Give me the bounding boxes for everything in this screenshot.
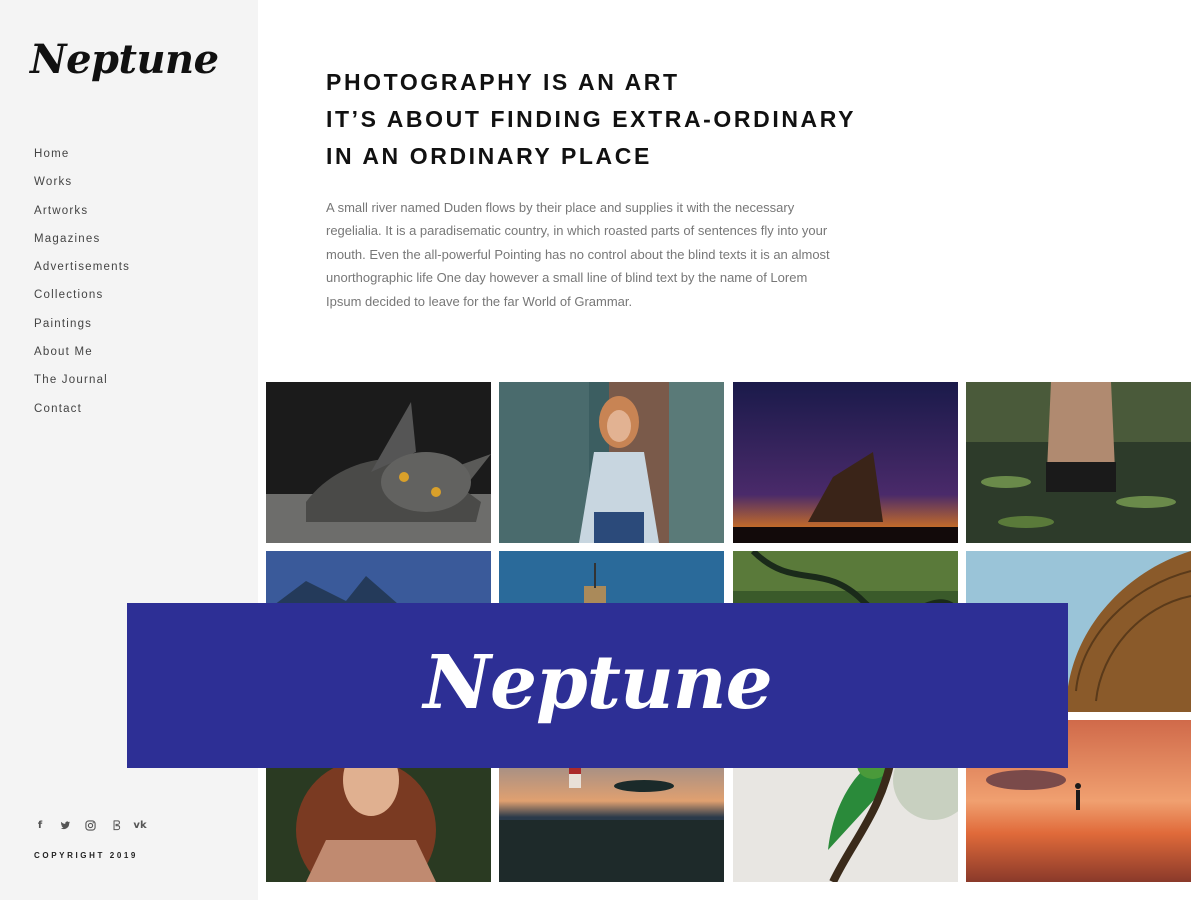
hero-headline-line-3: IN AN ORDINARY PLACE [326,143,652,169]
nav-item-paintings[interactable]: Paintings [34,318,130,346]
nav-item-home[interactable]: Home [34,148,130,176]
nav-link-advertisements[interactable]: Advertisements [34,261,130,273]
nav-item-journal[interactable]: The Journal [34,374,130,402]
hero-headline-line-1: PHOTOGRAPHY IS AN ART [326,69,680,95]
main-nav: Home Works Artworks Magazines Advertisem… [34,148,130,431]
gallery-photo-woman-denim[interactable] [499,382,724,543]
gallery-photo-cat[interactable] [266,382,491,543]
nav-link-home[interactable]: Home [34,148,69,160]
nav-item-artworks[interactable]: Artworks [34,205,130,233]
nav-item-about-me[interactable]: About Me [34,346,130,374]
hero-headline: PHOTOGRAPHY IS AN ART IT’S ABOUT FINDING… [326,64,856,175]
brand-banner: Neptune [127,603,1068,768]
nav-link-about-me[interactable]: About Me [34,346,93,358]
gallery-photo-woman-pond[interactable] [966,382,1191,543]
nav-item-advertisements[interactable]: Advertisements [34,261,130,289]
site-logo[interactable]: Neptune [30,36,219,83]
nav-link-paintings[interactable]: Paintings [34,318,92,330]
vk-icon[interactable]: vk [133,818,146,832]
nav-item-works[interactable]: Works [34,176,130,204]
gallery-photo-boat-night[interactable] [733,382,958,543]
nav-link-collections[interactable]: Collections [34,289,103,301]
social-links: f vk [34,818,147,832]
nav-link-artworks[interactable]: Artworks [34,205,88,217]
facebook-icon[interactable]: f [34,818,46,832]
google-plus-icon[interactable] [109,818,121,832]
nav-item-collections[interactable]: Collections [34,289,130,317]
nav-link-journal[interactable]: The Journal [34,374,108,386]
hero-headline-line-2: IT’S ABOUT FINDING EXTRA-ORDINARY [326,106,857,132]
copyright-text: COPYRIGHT 2019 [34,851,138,860]
nav-item-contact[interactable]: Contact [34,403,130,431]
nav-link-magazines[interactable]: Magazines [34,233,100,245]
nav-link-works[interactable]: Works [34,176,72,188]
hero-paragraph: A small river named Duden flows by their… [326,200,830,309]
nav-link-contact[interactable]: Contact [34,403,82,415]
banner-logo: Neptune [423,639,772,726]
twitter-icon[interactable] [59,818,71,832]
nav-item-magazines[interactable]: Magazines [34,233,130,261]
instagram-icon[interactable] [84,818,96,832]
